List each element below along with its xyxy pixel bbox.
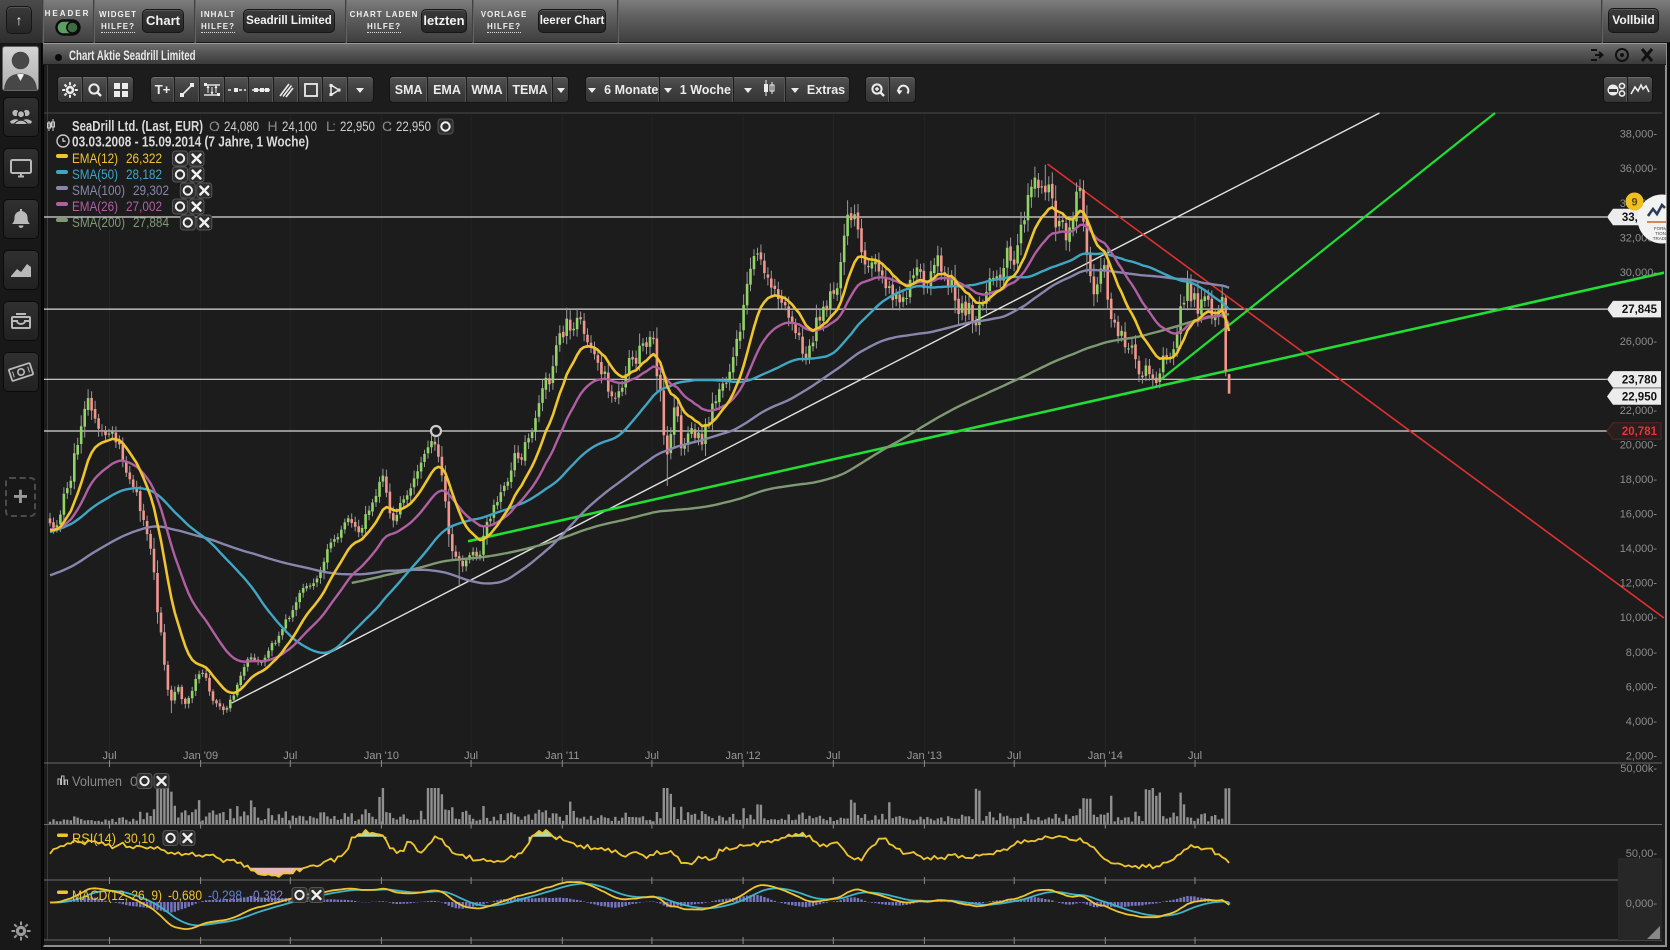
svg-text:26,000-: 26,000- bbox=[1620, 336, 1658, 348]
svg-text:H:: H: bbox=[268, 118, 278, 134]
svg-text:23,780: 23,780 bbox=[1622, 374, 1657, 386]
svg-text:22,950: 22,950 bbox=[1622, 392, 1657, 404]
svg-text:EMA(12): EMA(12) bbox=[72, 150, 118, 166]
svg-text:Jan '12: Jan '12 bbox=[726, 750, 761, 762]
svg-text:Jul: Jul bbox=[1188, 750, 1202, 762]
svg-text:30,10: 30,10 bbox=[124, 830, 155, 846]
svg-text:27,845: 27,845 bbox=[1622, 304, 1658, 316]
svg-text:24,080: 24,080 bbox=[224, 118, 259, 134]
svg-text:Jul: Jul bbox=[645, 750, 659, 762]
svg-text:18,000-: 18,000- bbox=[1620, 474, 1658, 486]
svg-text:29,302: 29,302 bbox=[133, 182, 169, 198]
svg-text:SeaDrill Ltd. (Last, EUR): SeaDrill Ltd. (Last, EUR) bbox=[72, 119, 203, 135]
svg-text:10,000-: 10,000- bbox=[1620, 612, 1658, 624]
svg-text:Jan '13: Jan '13 bbox=[907, 750, 942, 762]
svg-text:50,00-: 50,00- bbox=[1626, 848, 1658, 860]
svg-text:Jul: Jul bbox=[1007, 750, 1021, 762]
svg-text:16,000-: 16,000- bbox=[1620, 509, 1658, 521]
svg-text:8,000-: 8,000- bbox=[1626, 647, 1658, 659]
svg-text:30,000-: 30,000- bbox=[1620, 267, 1658, 279]
svg-text:SMA(200): SMA(200) bbox=[72, 214, 125, 230]
svg-text:O:: O: bbox=[209, 118, 220, 134]
svg-text:9: 9 bbox=[1631, 197, 1637, 209]
svg-text:L:: L: bbox=[326, 118, 336, 134]
svg-text:C:: C: bbox=[382, 118, 392, 134]
svg-text:14,000-: 14,000- bbox=[1620, 543, 1658, 555]
svg-text:38,000-: 38,000- bbox=[1620, 129, 1658, 141]
svg-text:6,000-: 6,000- bbox=[1626, 681, 1658, 693]
svg-text:Jul: Jul bbox=[826, 750, 840, 762]
svg-text:28,182: 28,182 bbox=[126, 166, 162, 182]
svg-text:RSI(14): RSI(14) bbox=[72, 830, 116, 846]
svg-text:SMA(100): SMA(100) bbox=[72, 182, 125, 198]
svg-text:Jul: Jul bbox=[102, 750, 116, 762]
svg-text:22,000-: 22,000- bbox=[1620, 405, 1658, 417]
svg-text:SMA(50): SMA(50) bbox=[72, 166, 118, 182]
svg-text:12,000-: 12,000- bbox=[1620, 578, 1658, 590]
svg-text:24,100: 24,100 bbox=[282, 118, 317, 134]
svg-text:03.03.2008 - 15.09.2014 (7 Jah: 03.03.2008 - 15.09.2014 (7 Jahre, 1 Woch… bbox=[72, 135, 309, 151]
svg-text:TRADER: TRADER bbox=[1653, 236, 1666, 241]
svg-text:4,000-: 4,000- bbox=[1626, 716, 1658, 728]
svg-text:36,000-: 36,000- bbox=[1620, 163, 1658, 175]
svg-text:EMA(26): EMA(26) bbox=[72, 198, 118, 214]
svg-text:22,950: 22,950 bbox=[396, 118, 431, 134]
svg-text:0,000-: 0,000- bbox=[1626, 898, 1658, 910]
svg-text:-0,680: -0,680 bbox=[168, 887, 202, 903]
svg-text:Jan '11: Jan '11 bbox=[545, 750, 579, 762]
svg-text:-0,298: -0,298 bbox=[208, 887, 242, 903]
svg-text:MACD(12, 26, 9): MACD(12, 26, 9) bbox=[72, 887, 162, 903]
svg-text:Jan '10: Jan '10 bbox=[364, 750, 399, 762]
svg-text:26,322: 26,322 bbox=[126, 150, 162, 166]
svg-text:50,00k-: 50,00k- bbox=[1620, 763, 1657, 775]
svg-text:Volumen: Volumen bbox=[72, 773, 122, 789]
svg-text:Jan '09: Jan '09 bbox=[183, 750, 218, 762]
svg-text:20,000-: 20,000- bbox=[1620, 440, 1658, 452]
svg-text:Jan '14: Jan '14 bbox=[1088, 750, 1123, 762]
svg-text:22,950: 22,950 bbox=[340, 118, 375, 134]
svg-text:27,884: 27,884 bbox=[133, 214, 169, 230]
svg-text:2,000-: 2,000- bbox=[1626, 750, 1658, 762]
svg-text:20,781: 20,781 bbox=[1622, 426, 1658, 438]
svg-text:Jul: Jul bbox=[464, 750, 478, 762]
svg-text:27,002: 27,002 bbox=[126, 198, 162, 214]
svg-text:-0,382: -0,382 bbox=[249, 887, 283, 903]
svg-text:Jul: Jul bbox=[283, 750, 297, 762]
